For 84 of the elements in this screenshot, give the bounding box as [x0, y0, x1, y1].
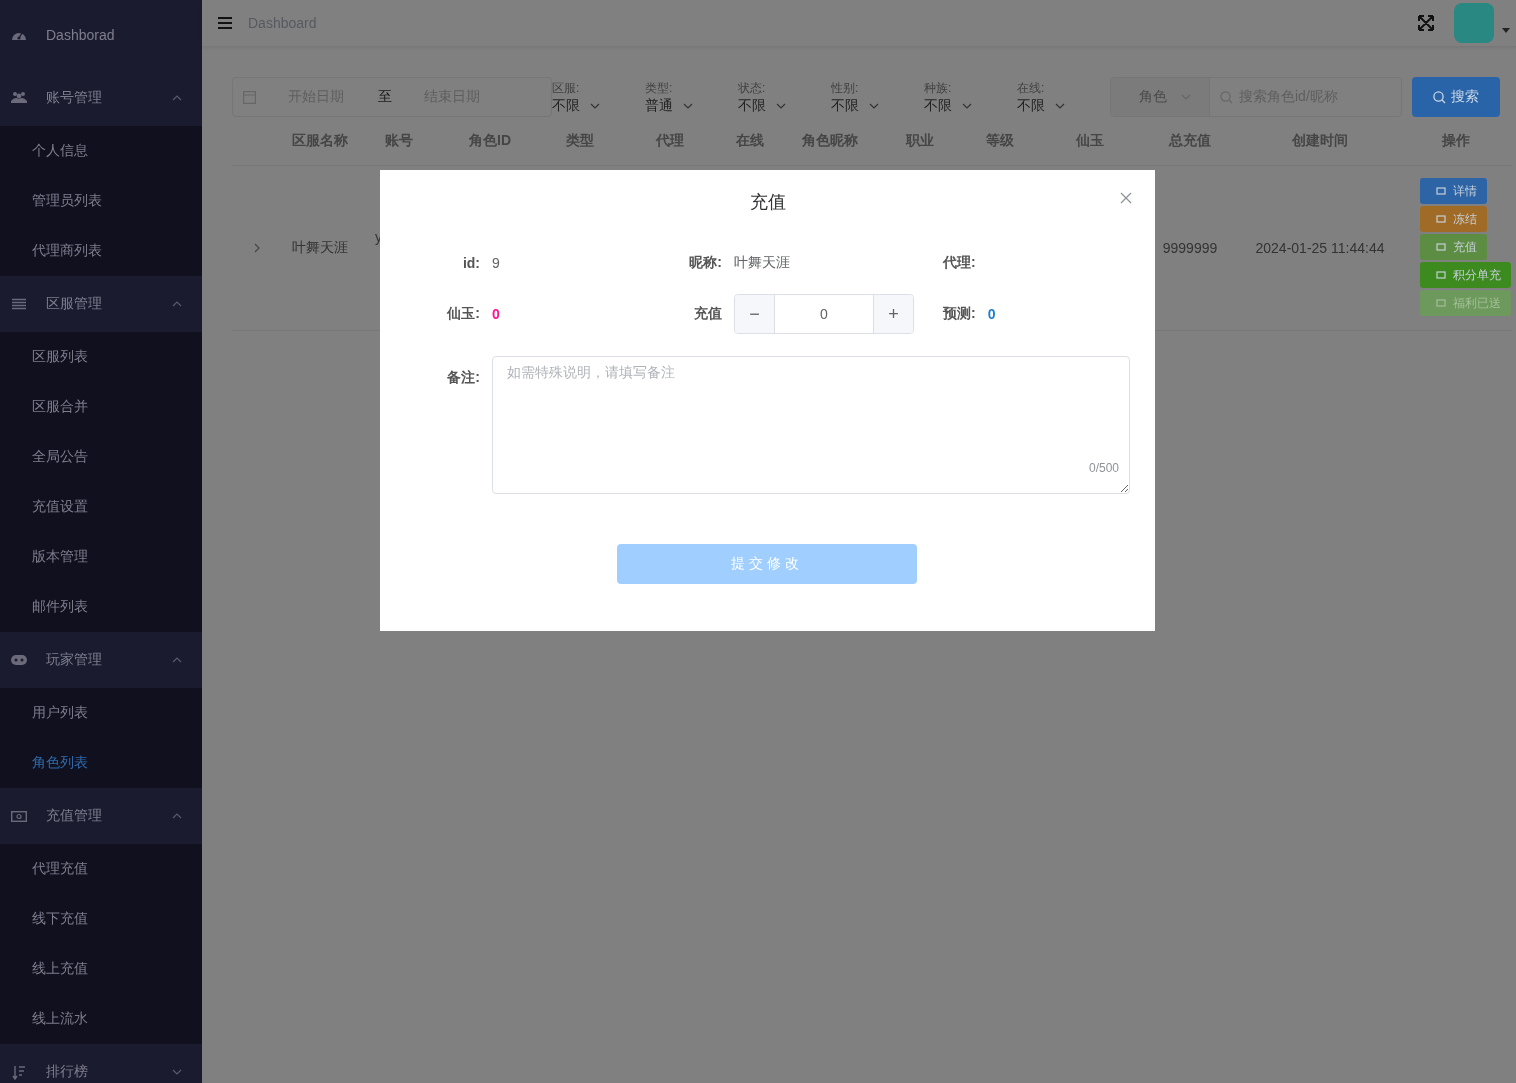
chevron-icon	[1055, 102, 1065, 109]
sidebar-group[interactable]: 排行榜	[0, 1044, 202, 1083]
square-icon	[1436, 270, 1446, 280]
column-header: 仙玉	[1075, 132, 1105, 150]
caret-icon[interactable]	[1502, 27, 1510, 33]
menu-icon[interactable]	[218, 17, 232, 29]
field-label: 充值	[693, 305, 723, 323]
column-header: 总充值	[1167, 132, 1212, 150]
table-cell-text: 叶舞天涯	[291, 239, 349, 257]
dialog-title: 充值	[749, 192, 786, 212]
filter-select[interactable]: 不限	[1017, 96, 1045, 115]
field-label: 预测:	[941, 305, 976, 323]
filter-label: 类型:	[645, 79, 674, 97]
calendar-icon	[243, 90, 256, 104]
remark-field[interactable]: 如需特殊说明，请填写备注 0/500	[492, 356, 1130, 494]
action-button[interactable]: 充值	[1420, 234, 1487, 260]
field-label: 备注:	[446, 368, 481, 387]
column-header: 账号	[384, 132, 414, 150]
sidebar-group[interactable]: 充值管理	[0, 788, 202, 844]
sidebar-group[interactable]: 玩家管理	[0, 632, 202, 688]
filter-label: 状态:	[738, 79, 767, 97]
lines-icon	[11, 297, 27, 311]
table-cell-text: 9999999	[1161, 240, 1219, 256]
close-icon[interactable]	[1120, 192, 1132, 204]
square-icon	[1436, 186, 1446, 196]
table-cell-text: 2024-01-25 11:44:44	[1254, 240, 1386, 256]
field-label: id:	[461, 255, 481, 271]
column-header: 角色昵称	[801, 132, 859, 150]
filter-select[interactable]: 普通	[645, 96, 673, 115]
column-header: 操作	[1441, 132, 1471, 150]
caret-icon	[172, 813, 182, 819]
chevron-icon	[590, 102, 600, 109]
caret-icon	[172, 301, 182, 307]
sort-icon	[12, 1064, 26, 1080]
action-button[interactable]: 详情	[1420, 178, 1487, 204]
chevron-icon	[869, 102, 879, 109]
column-header: 角色ID	[468, 132, 512, 150]
field-value: 9	[492, 255, 501, 271]
column-header: 代理	[654, 132, 685, 150]
search-button[interactable]: 搜索	[1412, 77, 1500, 117]
column-header: 区服名称	[291, 132, 349, 150]
filter-select[interactable]: 不限	[831, 96, 859, 115]
field-value: 0	[986, 306, 996, 322]
character-counter: 0/500	[1088, 461, 1119, 475]
sidebar-group[interactable]: Dashborad	[0, 0, 202, 70]
filter-label: 性别:	[831, 79, 860, 97]
filter-select[interactable]: 不限	[738, 96, 766, 115]
caret-icon	[172, 95, 182, 101]
chevron-icon	[776, 102, 786, 109]
field-value: 0	[492, 306, 501, 322]
fullscreen-icon[interactable]	[1418, 15, 1434, 31]
gamepad-icon	[11, 655, 27, 665]
square-icon	[1436, 242, 1446, 252]
filter-label: 区服:	[552, 79, 581, 97]
action-button[interactable]: 积分单充	[1420, 262, 1511, 288]
banknote-icon	[11, 810, 27, 822]
column-header: 职业	[904, 132, 935, 150]
chevron-icon	[962, 102, 972, 109]
caret-icon	[172, 1069, 182, 1075]
field-label: 代理:	[941, 254, 977, 272]
column-header: 在线	[735, 132, 765, 150]
field-label: 仙玉:	[446, 305, 481, 323]
chevron-icon	[683, 102, 693, 109]
action-button[interactable]: 冻结	[1420, 206, 1487, 232]
filter-select[interactable]: 不限	[552, 96, 580, 115]
caret-icon	[172, 657, 182, 663]
number-stepper[interactable]: − 0 +	[734, 294, 914, 334]
filter-label: 在线:	[1017, 79, 1046, 97]
field-value: 叶舞天涯	[734, 254, 791, 272]
expand-icon[interactable]	[254, 243, 260, 253]
increment-button[interactable]: +	[873, 295, 913, 333]
filter-select[interactable]: 不限	[924, 96, 952, 115]
column-header: 创建时间	[1291, 132, 1349, 150]
users-icon	[11, 91, 27, 105]
filter-label: 种族:	[924, 79, 953, 97]
column-header: 类型	[565, 132, 595, 150]
search-icon	[1433, 90, 1446, 104]
square-icon	[1436, 214, 1446, 224]
field-label: 昵称:	[688, 254, 723, 272]
sidebar-group[interactable]: 账号管理	[0, 70, 202, 126]
square-icon	[1436, 298, 1446, 308]
sidebar-group[interactable]: 区服管理	[0, 276, 202, 332]
column-header: 等级	[985, 132, 1015, 150]
decrement-button[interactable]: −	[735, 295, 775, 333]
